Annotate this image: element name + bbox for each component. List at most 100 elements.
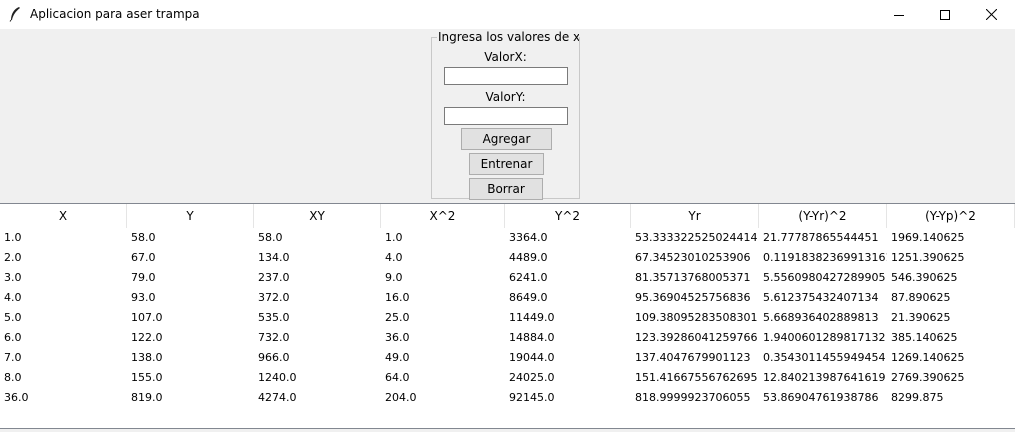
table-cell: 36.0 (4, 391, 29, 404)
table-cell: 7.0 (4, 351, 22, 364)
valor-x-input[interactable] (444, 67, 568, 85)
table-cell: 819.0 (131, 391, 163, 404)
table-cell: 2.0 (4, 251, 22, 264)
table-row[interactable]: 5.0 107.0 535.0 25.0 11449.0 109.380952835083… (0, 308, 1015, 328)
minimize-button[interactable] (876, 0, 922, 29)
table-cell: 546.390625 (891, 271, 958, 284)
table-cell: 4.0 (385, 251, 403, 264)
table-cell: 81.35713768005371 (635, 271, 751, 284)
table-cell: 1.0 (4, 231, 22, 244)
table-cell: 21.390625 (891, 311, 951, 324)
groupbox-title: Ingresa los valores de x pa (437, 30, 579, 44)
minimize-icon (894, 14, 904, 16)
table-row[interactable]: 4.0 93.0 372.0 16.0 8649.0 95.36904525756836 5… (0, 288, 1015, 308)
valor-y-label: ValorY: (485, 90, 526, 104)
table-cell: 732.0 (258, 331, 290, 344)
column-header[interactable]: X^2 (381, 204, 505, 228)
table-cell: 1251.390625 (891, 251, 965, 264)
table-cell: 11449.0 (509, 311, 555, 324)
data-table: X Y XY X^2 Y^2 Yr (Y-Yr)^2 (Y-Yp)^2 1.0 5… (0, 203, 1015, 429)
table-cell: 5.668936402889813 (763, 311, 879, 324)
table-cell: 6.0 (4, 331, 22, 344)
column-header[interactable]: X (0, 204, 127, 228)
table-cell: 0.11918382369913161 (763, 251, 887, 264)
table-row[interactable]: 6.0 122.0 732.0 36.0 14884.0 123.392860412597… (0, 328, 1015, 348)
table-cell: 1.9400601289817132 (763, 331, 886, 344)
table-cell: 109.38095283508301 (635, 311, 758, 324)
table-cell: 53.333322525024414 (635, 231, 758, 244)
table-row[interactable]: 1.0 58.0 58.0 1.0 3364.0 53.333322525024414 21… (0, 228, 1015, 248)
table-cell: 818.9999923706055 (635, 391, 751, 404)
maximize-button[interactable] (922, 0, 968, 29)
column-header[interactable]: (Y-Yr)^2 (759, 204, 887, 228)
table-cell: 14884.0 (509, 331, 555, 344)
table-cell: 5.612375432407134 (763, 291, 879, 304)
table-cell: 204.0 (385, 391, 417, 404)
table-cell: 6241.0 (509, 271, 548, 284)
table-cell: 1.0 (385, 231, 403, 244)
table-cell: 138.0 (131, 351, 163, 364)
table-cell: 3.0 (4, 271, 22, 284)
table-cell: 9.0 (385, 271, 403, 284)
table-cell: 237.0 (258, 271, 290, 284)
table-cell: 4274.0 (258, 391, 297, 404)
maximize-icon (940, 9, 950, 20)
table-cell: 8.0 (4, 371, 22, 384)
table-row[interactable]: 7.0 138.0 966.0 49.0 19044.0 137.404767990112… (0, 348, 1015, 368)
borrar-datos-button[interactable]: Borrar Datos (469, 178, 543, 216)
table-cell: 1240.0 (258, 371, 297, 384)
column-header[interactable]: Yr (631, 204, 759, 228)
table-cell: 137.4047679901123 (635, 351, 751, 364)
table-row[interactable]: 2.0 67.0 134.0 4.0 4489.0 67.34523010253906 0.… (0, 248, 1015, 268)
table-cell: 21.77787865544451 (763, 231, 879, 244)
feather-icon (9, 7, 20, 22)
title-bar: Aplicacion para aser trampa (0, 0, 1015, 29)
table-row[interactable]: 36.0 819.0 4274.0 204.0 92145.0 818.999992370… (0, 388, 1015, 408)
column-header[interactable]: (Y-Yp)^2 (887, 204, 1015, 228)
close-icon (985, 9, 997, 20)
table-cell: 19044.0 (509, 351, 555, 364)
table-cell: 67.0 (131, 251, 156, 264)
table-cell: 93.0 (131, 291, 156, 304)
table-cell: 1269.140625 (891, 351, 965, 364)
valor-y-input[interactable] (444, 107, 568, 125)
table-cell: 24025.0 (509, 371, 555, 384)
valor-x-label: ValorX: (484, 50, 527, 64)
table-cell: 92145.0 (509, 391, 555, 404)
column-header[interactable]: Y^2 (505, 204, 631, 228)
table-cell: 5.5560980427289905 (763, 271, 886, 284)
table-cell: 16.0 (385, 291, 410, 304)
table-cell: 49.0 (385, 351, 410, 364)
entrenar-red-button[interactable]: Entrenar Red (469, 153, 544, 191)
agregar-valores-button[interactable]: Agregar Valores (461, 128, 552, 166)
table-cell: 0.3543011455949454 (763, 351, 886, 364)
table-header: X Y XY X^2 Y^2 Yr (Y-Yr)^2 (Y-Yp)^2 (0, 204, 1015, 228)
table-cell: 966.0 (258, 351, 290, 364)
table-cell: 134.0 (258, 251, 290, 264)
table-cell: 372.0 (258, 291, 290, 304)
table-cell: 58.0 (258, 231, 283, 244)
table-cell: 25.0 (385, 311, 410, 324)
table-cell: 151.41667556762695 (635, 371, 758, 384)
table-cell: 79.0 (131, 271, 156, 284)
table-cell: 3364.0 (509, 231, 548, 244)
table-cell: 67.34523010253906 (635, 251, 751, 264)
table-cell: 535.0 (258, 311, 290, 324)
table-cell: 12.840213987641619 (763, 371, 886, 384)
table-cell: 1969.140625 (891, 231, 965, 244)
table-row[interactable]: 3.0 79.0 237.0 9.0 6241.0 81.35713768005371 5.… (0, 268, 1015, 288)
table-row[interactable]: 8.0 155.0 1240.0 64.0 24025.0 151.41667556762… (0, 368, 1015, 388)
column-header[interactable]: Y (127, 204, 254, 228)
table-cell: 155.0 (131, 371, 163, 384)
table-cell: 2769.390625 (891, 371, 965, 384)
table-cell: 87.890625 (891, 291, 951, 304)
table-cell: 4489.0 (509, 251, 548, 264)
table-cell: 64.0 (385, 371, 410, 384)
table-cell: 8649.0 (509, 291, 548, 304)
table-cell: 107.0 (131, 311, 163, 324)
table-cell: 36.0 (385, 331, 410, 344)
column-header[interactable]: XY (254, 204, 381, 228)
close-button[interactable] (968, 0, 1014, 29)
table-cell: 385.140625 (891, 331, 958, 344)
table-cell: 4.0 (4, 291, 22, 304)
